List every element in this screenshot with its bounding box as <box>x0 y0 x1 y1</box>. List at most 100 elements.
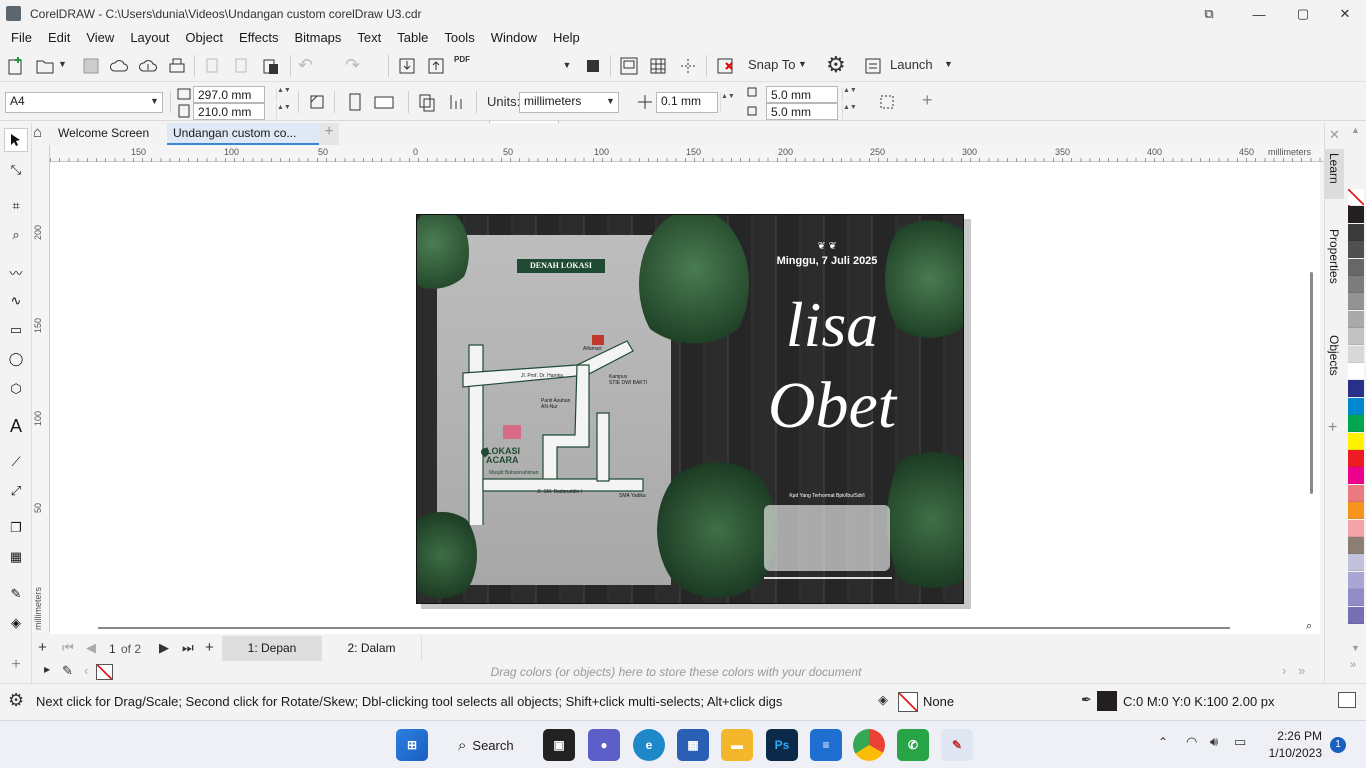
shape-tool-icon[interactable]: ⤡ <box>4 158 28 182</box>
notification-badge[interactable]: 1 <box>1330 737 1346 753</box>
palette-swatch[interactable] <box>1348 467 1364 485</box>
palette-swatch[interactable] <box>1348 293 1364 311</box>
palette-swatch[interactable] <box>1348 397 1364 415</box>
menu-tools[interactable]: Tools <box>436 28 482 50</box>
menu-object[interactable]: Object <box>177 28 231 50</box>
horizontal-scrollbar[interactable]: ⌕ <box>50 620 1320 634</box>
add-page-before-icon[interactable]: + <box>38 639 47 656</box>
menu-text[interactable]: Text <box>349 28 389 50</box>
page-width-input[interactable]: 297.0 mm <box>193 86 265 103</box>
edge-browser-icon[interactable]: e <box>633 729 665 761</box>
prev-page-icon[interactable]: ◀ <box>86 640 96 656</box>
transparency-tool-icon[interactable]: ▦ <box>4 545 28 569</box>
all-pages-icon[interactable] <box>416 91 438 113</box>
palette-swatch[interactable] <box>1348 519 1364 537</box>
rectangle-tool-icon[interactable]: ▭ <box>4 318 28 342</box>
battery-icon[interactable]: ▭ <box>1234 734 1246 750</box>
duplicate-distance-y[interactable]: 5.0 mm <box>766 103 838 120</box>
gear-icon[interactable]: ⚙ <box>826 52 846 78</box>
phone-link-icon[interactable]: ✆ <box>897 729 929 761</box>
palette-swatch[interactable] <box>1348 328 1364 346</box>
vertical-scroll-thumb[interactable] <box>1310 272 1313 494</box>
recipient-box[interactable] <box>764 505 890 571</box>
volume-icon[interactable]: 🔊︎ <box>1210 734 1218 750</box>
palette-swatch[interactable] <box>1348 432 1364 450</box>
connector-tool-icon[interactable]: ⤢ <box>4 479 28 503</box>
palette-swatch[interactable] <box>1348 310 1364 328</box>
tab-document[interactable]: Undangan custom co... <box>167 123 319 145</box>
pick-tool-icon[interactable] <box>4 128 28 152</box>
invitation-page[interactable]: DENAH LOKASI LOKASI ACARA Masjid Babunna… <box>416 214 964 604</box>
chevron-down-icon[interactable]: ▼ <box>798 59 807 69</box>
wifi-icon[interactable]: ◠ <box>1186 734 1197 750</box>
eyedropper-tool-icon[interactable]: ✎ <box>4 582 28 606</box>
home-icon[interactable]: ⌂ <box>33 124 42 141</box>
snap-to-dropdown[interactable]: Snap To <box>748 57 795 72</box>
palette-swatch[interactable] <box>1348 502 1364 520</box>
horizontal-ruler[interactable]: 150 100 50 0 50 100 150 200 250 300 350 … <box>50 145 1324 162</box>
nudge-spinner[interactable]: ▲▼ <box>720 93 735 112</box>
current-page-number[interactable]: 1 <box>109 642 116 656</box>
next-page-icon[interactable]: ▶ <box>159 640 169 656</box>
rulers-icon[interactable] <box>618 55 640 77</box>
menu-edit[interactable]: Edit <box>40 28 78 50</box>
palette-swatch[interactable] <box>1348 537 1364 554</box>
palette-swatch[interactable] <box>1348 554 1364 572</box>
bleed-icon[interactable] <box>876 91 898 113</box>
interactive-fill-icon[interactable]: ◈ <box>4 611 28 635</box>
cut-icon[interactable] <box>202 55 224 77</box>
grid-icon[interactable] <box>647 55 669 77</box>
chevron-up-icon[interactable]: ⌃ <box>1158 735 1168 749</box>
close-button[interactable]: ✕ <box>1322 0 1366 28</box>
task-view-icon[interactable]: ▣ <box>543 729 575 761</box>
fill-swatch[interactable] <box>898 692 918 712</box>
import-icon[interactable] <box>396 55 418 77</box>
pdf-icon[interactable]: PDF <box>454 55 470 64</box>
teams-chat-icon[interactable]: ● <box>588 729 620 761</box>
windows-start-icon[interactable]: ⊞ <box>396 729 428 761</box>
palette-swatch[interactable] <box>1348 345 1364 363</box>
microsoft-store-icon[interactable]: ▦ <box>677 729 709 761</box>
chevron-down-icon[interactable]: ▼ <box>58 59 67 69</box>
zoom-tool-icon[interactable]: ⌕ <box>4 223 28 247</box>
freehand-tool-icon[interactable]: 〰 <box>4 260 28 284</box>
coreldraw-taskbar-icon[interactable]: ✎ <box>941 729 973 761</box>
landscape-icon[interactable] <box>373 91 395 113</box>
palette-swatch[interactable] <box>1348 606 1364 624</box>
new-document-icon[interactable] <box>5 55 27 77</box>
palette-swatch[interactable] <box>1348 380 1364 398</box>
docker-tab-objects[interactable]: Objects <box>1327 335 1341 376</box>
cloud-download-icon[interactable] <box>108 55 130 77</box>
print-icon[interactable] <box>166 55 188 77</box>
vertical-ruler[interactable]: 200 150 100 50 millimeters <box>32 145 50 632</box>
double-chevron-right-icon[interactable]: » <box>1298 663 1305 678</box>
file-explorer-icon[interactable]: ▬ <box>721 729 753 761</box>
clock-date[interactable]: 1/10/2023 <box>1258 746 1322 760</box>
page-size-select[interactable]: A4 <box>5 92 163 113</box>
palette-swatch[interactable] <box>1348 241 1364 259</box>
launch-icon[interactable] <box>862 55 884 77</box>
zoom-navigator-icon[interactable]: ⌕ <box>1306 620 1312 633</box>
palette-swatch[interactable] <box>1348 206 1364 224</box>
menu-window[interactable]: Window <box>483 28 545 50</box>
portrait-icon[interactable] <box>344 91 366 113</box>
palette-swatch[interactable] <box>1348 258 1364 276</box>
text-tool-icon[interactable]: A <box>4 414 28 438</box>
horizontal-scroll-thumb[interactable] <box>98 627 1230 629</box>
paste-icon[interactable] <box>260 55 282 77</box>
palette-swatch[interactable] <box>1348 415 1364 433</box>
vertical-scrollbar[interactable] <box>1304 162 1320 622</box>
palette-swatch[interactable] <box>1348 450 1364 467</box>
palette-scroll-up-icon[interactable]: ▲ <box>1351 125 1360 135</box>
open-folder-icon[interactable] <box>34 55 56 77</box>
height-spinner[interactable]: ▲▼ <box>276 104 291 119</box>
save-icon[interactable] <box>80 55 102 77</box>
snap-off-icon[interactable] <box>714 55 736 77</box>
menu-view[interactable]: View <box>78 28 122 50</box>
outline-swatch[interactable] <box>1097 691 1117 711</box>
new-tab-plus-icon[interactable]: + <box>319 123 339 145</box>
duplicate-distance-x[interactable]: 5.0 mm <box>766 86 838 103</box>
minimize-button[interactable]: — <box>1236 0 1282 28</box>
parallel-dimension-icon[interactable]: ⟋ <box>4 450 28 474</box>
page-tab-dalam[interactable]: 2: Dalam <box>322 636 422 661</box>
